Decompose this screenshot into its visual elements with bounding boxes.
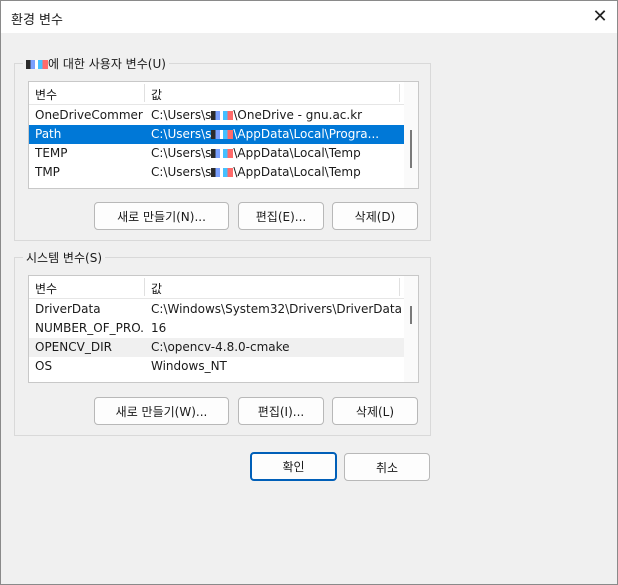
system-edit-button[interactable]: 편집(I)...	[238, 397, 324, 425]
var-name: Path	[35, 127, 62, 141]
user-var-row[interactable]: OneDriveCommer... C:\Users\s \OneDrive - …	[29, 106, 404, 125]
title-bar: 환경 변수 ✕	[1, 1, 617, 33]
system-delete-button[interactable]: 삭제(L)	[332, 397, 418, 425]
user-list-header: 변수 값	[29, 82, 404, 105]
system-list-scrollbar[interactable]	[404, 276, 418, 382]
column-divider[interactable]	[144, 278, 145, 296]
user-new-button[interactable]: 새로 만들기(N)...	[94, 202, 229, 230]
column-divider[interactable]	[399, 84, 400, 102]
system-var-row[interactable]: DriverData C:\Windows\System32\Drivers\D…	[29, 300, 404, 319]
system-variables-label: 시스템 변수(S)	[23, 249, 105, 266]
user-var-row[interactable]: TEMP C:\Users\s \AppData\Local\Temp	[29, 144, 404, 163]
var-value: C:\Users\s \OneDrive - gnu.ac.kr	[151, 108, 363, 122]
var-value: C:\Users\s \AppData\Local\Progra...	[151, 127, 380, 141]
column-header-value[interactable]: 값	[151, 86, 162, 103]
var-name: DriverData	[35, 302, 101, 316]
scrollbar-thumb[interactable]	[410, 130, 412, 168]
redacted-text	[211, 130, 234, 139]
var-name: NUMBER_OF_PRO...	[35, 321, 143, 335]
var-name: OS	[35, 359, 53, 373]
redacted-text	[211, 149, 234, 158]
column-divider[interactable]	[144, 84, 145, 102]
user-edit-button[interactable]: 편집(E)...	[238, 202, 324, 230]
system-var-row[interactable]: OPENCV_DIR C:\opencv-4.8.0-cmake	[29, 338, 404, 357]
user-list-scrollbar[interactable]	[404, 82, 418, 188]
ok-button[interactable]: 확인	[250, 452, 337, 481]
var-name: TEMP	[35, 146, 68, 160]
system-list-header: 변수 값	[29, 276, 404, 299]
var-name: OneDriveCommer...	[35, 108, 143, 122]
redacted-username	[26, 60, 48, 69]
var-value: C:\opencv-4.8.0-cmake	[151, 340, 290, 354]
system-var-row[interactable]: OS Windows_NT	[29, 357, 404, 376]
system-new-button[interactable]: 새로 만들기(W)...	[94, 397, 229, 425]
var-value: 16	[151, 321, 167, 335]
var-name: TMP	[35, 165, 60, 179]
user-var-row-selected[interactable]: Path C:\Users\s \AppData\Local\Progra...	[29, 125, 404, 144]
user-delete-button[interactable]: 삭제(D)	[332, 202, 418, 230]
column-divider[interactable]	[399, 278, 400, 296]
dialog-title: 환경 변수	[11, 13, 63, 28]
system-var-row[interactable]: NUMBER_OF_PRO... 16	[29, 319, 404, 338]
scrollbar-thumb[interactable]	[410, 306, 412, 324]
var-value: Windows_NT	[151, 359, 227, 373]
var-value: C:\Users\s \AppData\Local\Temp	[151, 165, 361, 179]
close-icon[interactable]: ✕	[589, 5, 611, 27]
cancel-button[interactable]: 취소	[344, 453, 430, 481]
var-value: C:\Users\s \AppData\Local\Temp	[151, 146, 361, 160]
system-variables-list[interactable]: 변수 값 DriverData C:\Windows\System32\Driv…	[28, 275, 419, 383]
environment-variables-dialog: 환경 변수 ✕ 에 대한 사용자 변수(U) 변수 값 OneDriveComm…	[0, 0, 618, 585]
user-variables-label-text: 에 대한 사용자 변수(U)	[48, 57, 166, 71]
redacted-text	[211, 111, 234, 120]
user-var-row[interactable]: TMP C:\Users\s \AppData\Local\Temp	[29, 163, 404, 182]
var-value: C:\Windows\System32\Drivers\DriverData	[151, 302, 401, 316]
user-variables-label: 에 대한 사용자 변수(U)	[23, 55, 169, 72]
var-name: OPENCV_DIR	[35, 340, 112, 354]
redacted-text	[211, 168, 234, 177]
user-variables-list[interactable]: 변수 값 OneDriveCommer... C:\Users\s \OneDri…	[28, 81, 419, 189]
column-header-name[interactable]: 변수	[35, 86, 57, 103]
column-header-name[interactable]: 변수	[35, 280, 57, 297]
column-header-value[interactable]: 값	[151, 280, 162, 297]
